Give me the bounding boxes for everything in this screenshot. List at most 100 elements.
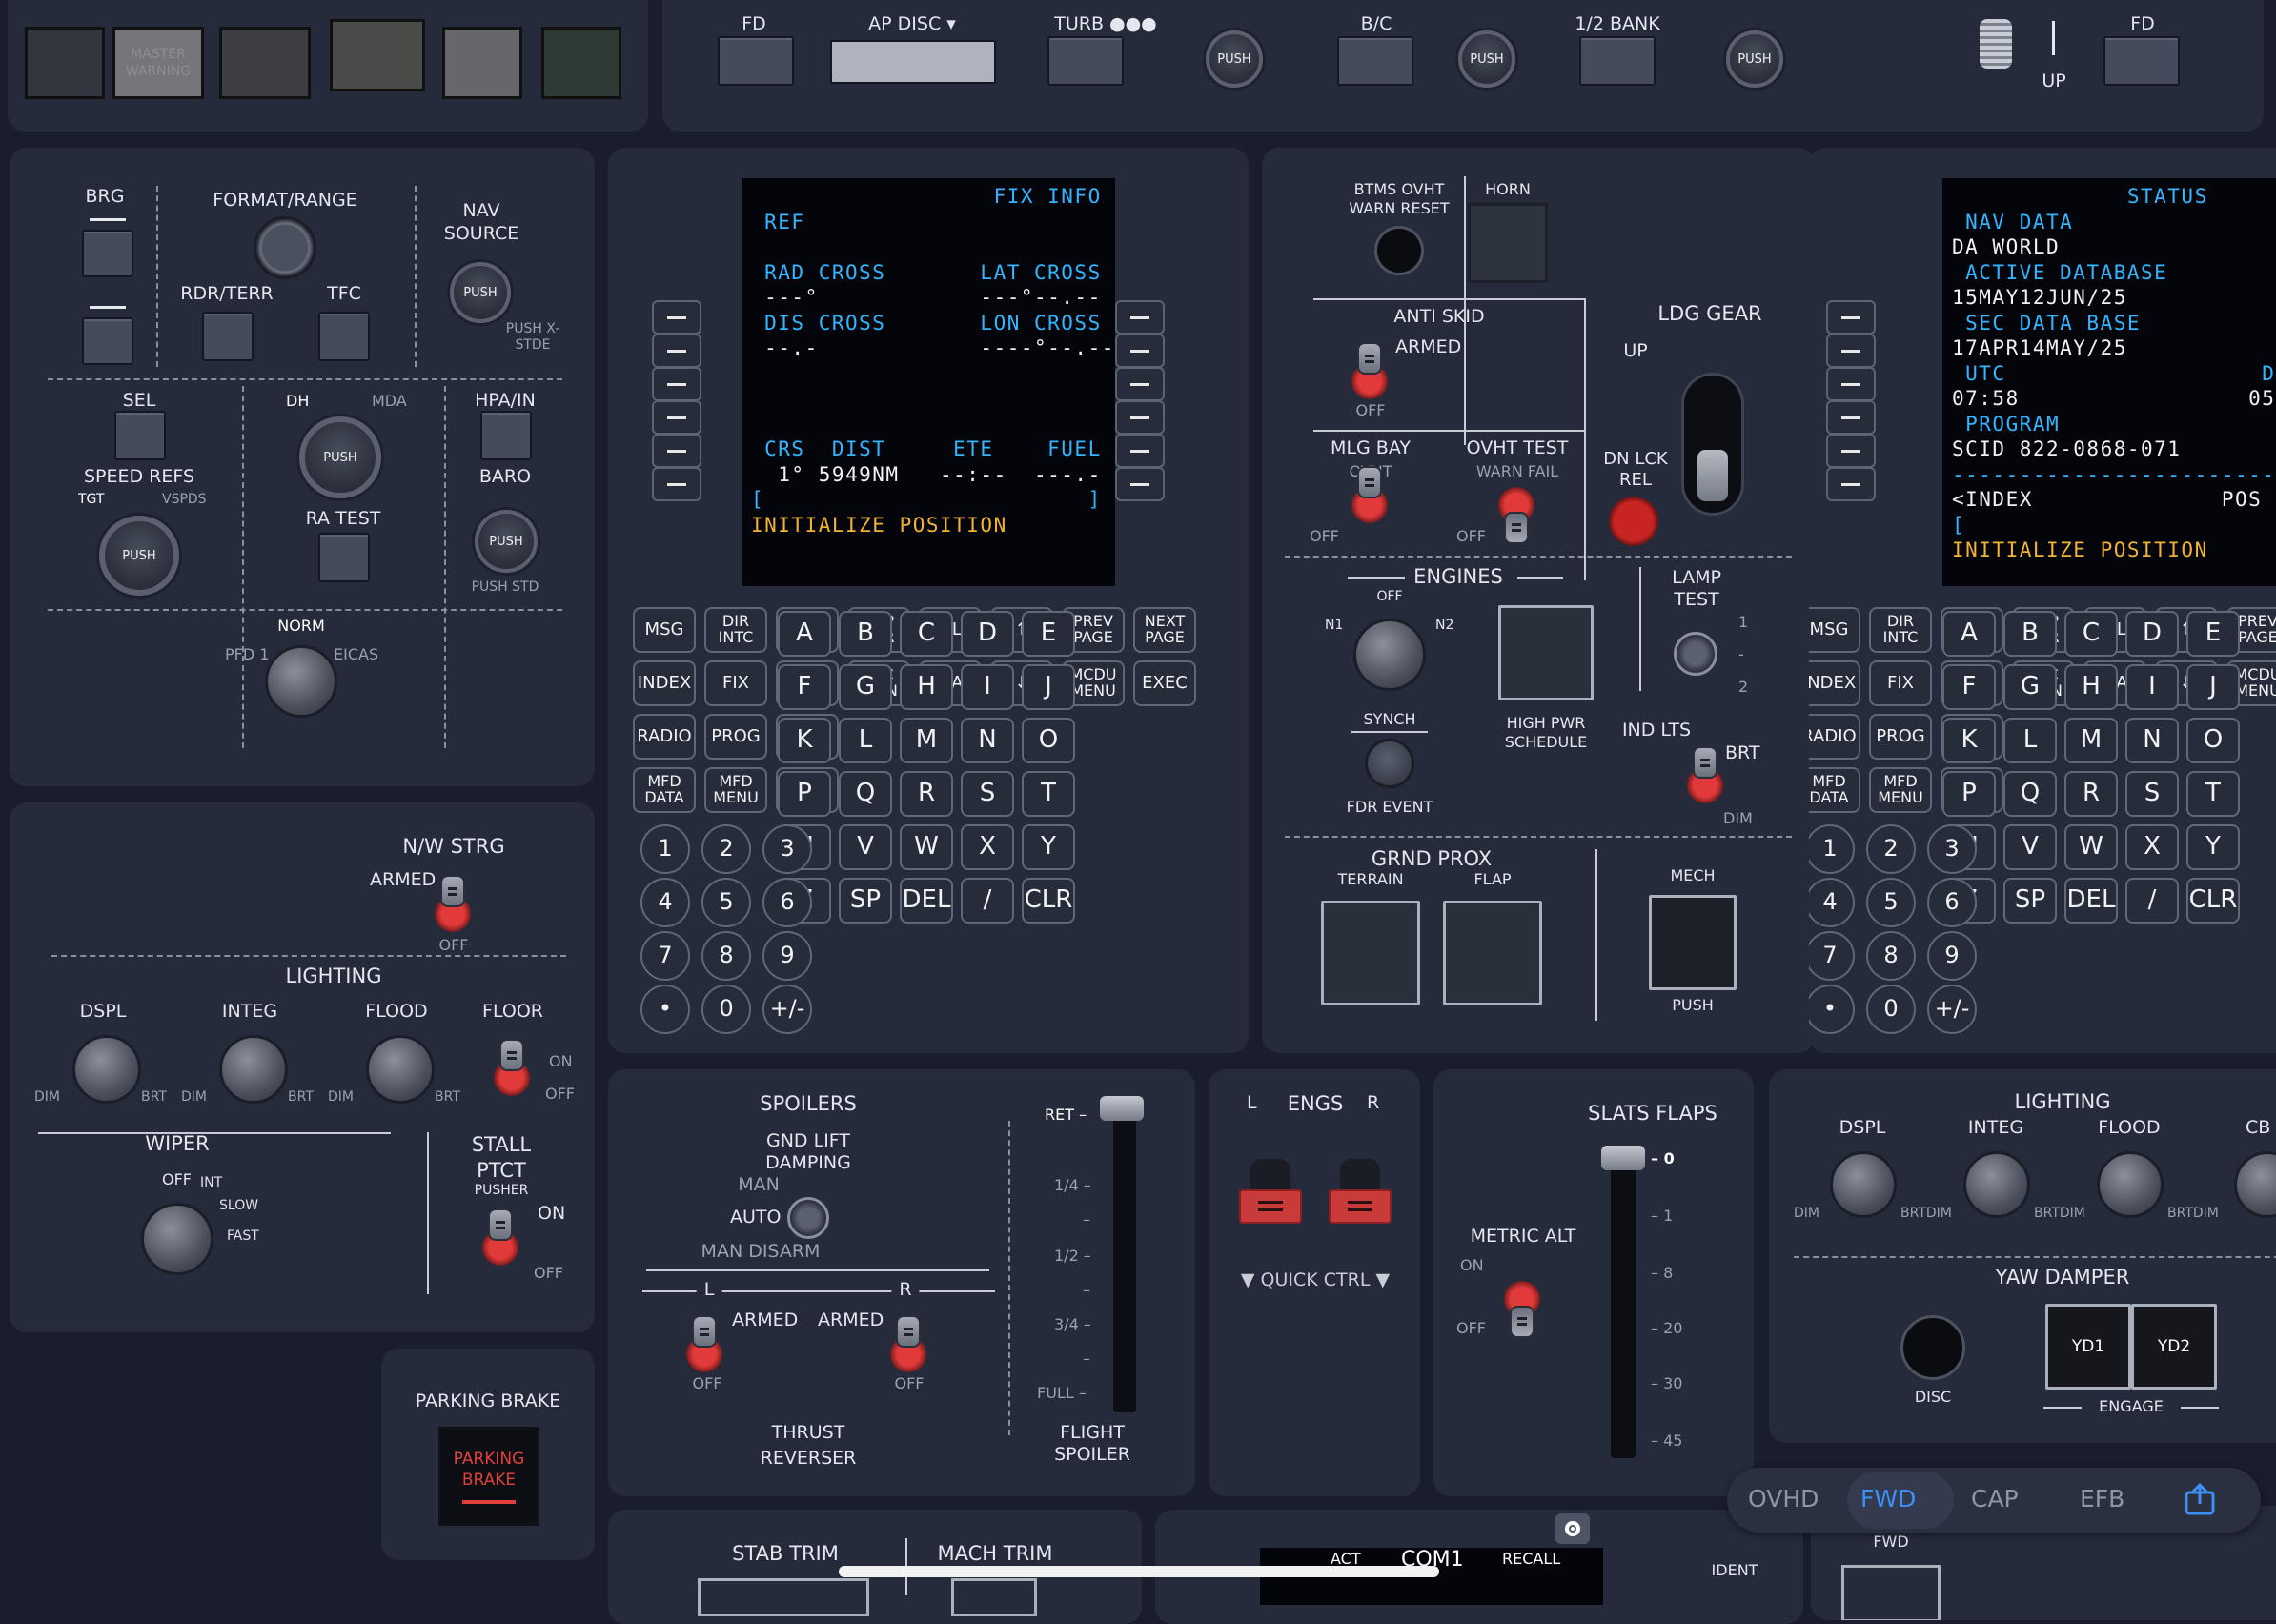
mcdu-key[interactable]: PROG (1869, 714, 1932, 760)
line-select-key[interactable] (1115, 367, 1165, 401)
mcdu-key[interactable]: SP (2003, 878, 2057, 924)
mcdu-key[interactable]: C (2064, 611, 2118, 657)
line-select-key[interactable] (1115, 300, 1165, 335)
mcdu-key[interactable]: G (839, 664, 892, 710)
mcdu-key[interactable]: 4 (640, 878, 690, 927)
mcdu-key[interactable]: 0 (1866, 985, 1916, 1034)
bank-button[interactable] (1579, 36, 1656, 86)
line-select-key[interactable] (652, 334, 701, 368)
mcdu-key[interactable]: L (839, 718, 892, 763)
mcdu-key[interactable]: E (2186, 611, 2240, 657)
mcdu-key[interactable]: M (900, 718, 953, 763)
record-icon[interactable] (1555, 1513, 1590, 1544)
master-warning-button[interactable]: MASTER WARNING (112, 27, 204, 99)
mcdu-key[interactable]: X (2125, 824, 2179, 870)
mcdu-key[interactable]: DEL (2064, 878, 2118, 924)
line-select-key[interactable] (652, 400, 701, 435)
annunciator-3[interactable] (219, 27, 311, 99)
line-select-key[interactable] (1826, 434, 1876, 468)
mcdu-key[interactable]: 8 (701, 931, 751, 981)
mcdu-key[interactable]: W (900, 824, 953, 870)
fd-right-button[interactable] (2103, 36, 2180, 86)
mcdu-key[interactable]: 5 (701, 878, 751, 927)
mcdu-key[interactable]: V (839, 824, 892, 870)
terrain-inhibit-button[interactable] (1321, 901, 1420, 1005)
mcdu-key[interactable]: 6 (1927, 878, 1977, 927)
line-select-key[interactable] (652, 300, 701, 335)
mcdu-key[interactable]: +/- (1927, 985, 1977, 1034)
mcdu-key[interactable]: 7 (640, 931, 690, 981)
lamp-test-switch[interactable] (1674, 632, 1717, 676)
mcdu-key[interactable]: X (961, 824, 1014, 870)
mcdu-key[interactable]: SP (839, 878, 892, 924)
stab-trim-box[interactable] (698, 1578, 869, 1616)
mcdu-key[interactable]: MFD DATA (633, 767, 696, 813)
mcdu-key[interactable]: R (900, 771, 953, 817)
speed-refs-push-knob[interactable]: PUSH (99, 516, 179, 596)
anti-skid-toggle[interactable] (1351, 342, 1388, 399)
line-select-key[interactable] (1826, 467, 1876, 501)
annunciator-5[interactable] (442, 27, 522, 99)
mcdu-key[interactable]: R (2064, 771, 2118, 817)
mech-push-button[interactable] (1649, 895, 1737, 990)
mcdu-key[interactable]: T (2186, 771, 2240, 817)
mcdu-key[interactable]: D (961, 611, 1014, 657)
bc-button[interactable] (1337, 36, 1413, 86)
dh-mda-push-knob[interactable]: PUSH (299, 416, 381, 498)
mcdu-key[interactable]: 6 (762, 878, 812, 927)
mcdu-key[interactable]: O (1022, 718, 1075, 763)
mcdu-key[interactable]: MFD DATA (1809, 767, 1860, 813)
mcdu-key[interactable]: S (2125, 771, 2179, 817)
home-indicator[interactable] (839, 1566, 1439, 1577)
mcdu-key[interactable]: J (1022, 664, 1075, 710)
flood-knob[interactable] (366, 1035, 435, 1104)
mcdu-key[interactable]: 7 (1809, 931, 1855, 981)
mcdu-key[interactable]: L (2003, 718, 2057, 763)
mcdu-key[interactable]: E (1022, 611, 1075, 657)
tfc-button[interactable] (318, 312, 370, 361)
mcdu-key[interactable]: A (1942, 611, 1996, 657)
wiper-knob[interactable] (141, 1203, 213, 1275)
line-select-key[interactable] (1115, 334, 1165, 368)
mcdu-key[interactable]: Y (1022, 824, 1075, 870)
horn-button[interactable] (1468, 203, 1548, 283)
mcdu-key[interactable]: 2 (701, 824, 751, 874)
tab-fwd[interactable]: FWD (1860, 1485, 1916, 1512)
mcdu-key[interactable]: 1 (640, 824, 690, 874)
mcdu-key[interactable]: F (1942, 664, 1996, 710)
mcdu-key[interactable]: A (778, 611, 831, 657)
mcdu-key[interactable]: RADIO (1809, 714, 1860, 760)
mcdu-key[interactable]: MSG (1809, 607, 1860, 653)
mcdu-key[interactable]: T (1022, 771, 1075, 817)
baro-push-knob[interactable]: PUSH (475, 510, 538, 573)
mcdu-key[interactable]: 2 (1866, 824, 1916, 874)
mcdu-key[interactable]: H (2064, 664, 2118, 710)
share-icon[interactable] (2181, 1481, 2219, 1519)
brg-right-button[interactable] (82, 317, 133, 365)
tab-efb[interactable]: EFB (2080, 1485, 2124, 1512)
mcdu-key[interactable]: / (2125, 878, 2179, 924)
quick-ctrl-label[interactable]: ▼ QUICK CTRL ▼ (1241, 1271, 1390, 1289)
mcdu-key[interactable]: CLR (1022, 878, 1075, 924)
flight-spoiler-lever[interactable] (1100, 1096, 1144, 1121)
mlg-bay-toggle[interactable] (1351, 466, 1388, 523)
flap-lever[interactable] (1601, 1146, 1645, 1170)
hpa-in-button[interactable] (480, 411, 532, 460)
line-select-key[interactable] (652, 367, 701, 401)
yaw-disc-button[interactable] (1900, 1315, 1965, 1380)
bc-push-button[interactable]: PUSH (1458, 30, 1515, 88)
line-select-key[interactable] (1115, 467, 1165, 501)
dspl-r-knob[interactable] (1830, 1151, 1897, 1218)
mcdu-key[interactable]: NEXT PAGE (1133, 607, 1196, 653)
mcdu-key[interactable]: S (961, 771, 1014, 817)
mcdu-key[interactable]: Q (2003, 771, 2057, 817)
rdr-terr-button[interactable] (202, 312, 254, 361)
mcdu-key[interactable]: MSG (633, 607, 696, 653)
mcdu-key[interactable]: P (1942, 771, 1996, 817)
mach-trim-box[interactable] (951, 1578, 1037, 1616)
mcdu-key[interactable]: F (778, 664, 831, 710)
mcdu-key[interactable]: EXEC (1133, 660, 1196, 706)
mcdu-key[interactable]: 8 (1866, 931, 1916, 981)
mcdu-key[interactable]: M (2064, 718, 2118, 763)
line-select-key[interactable] (1115, 434, 1165, 468)
